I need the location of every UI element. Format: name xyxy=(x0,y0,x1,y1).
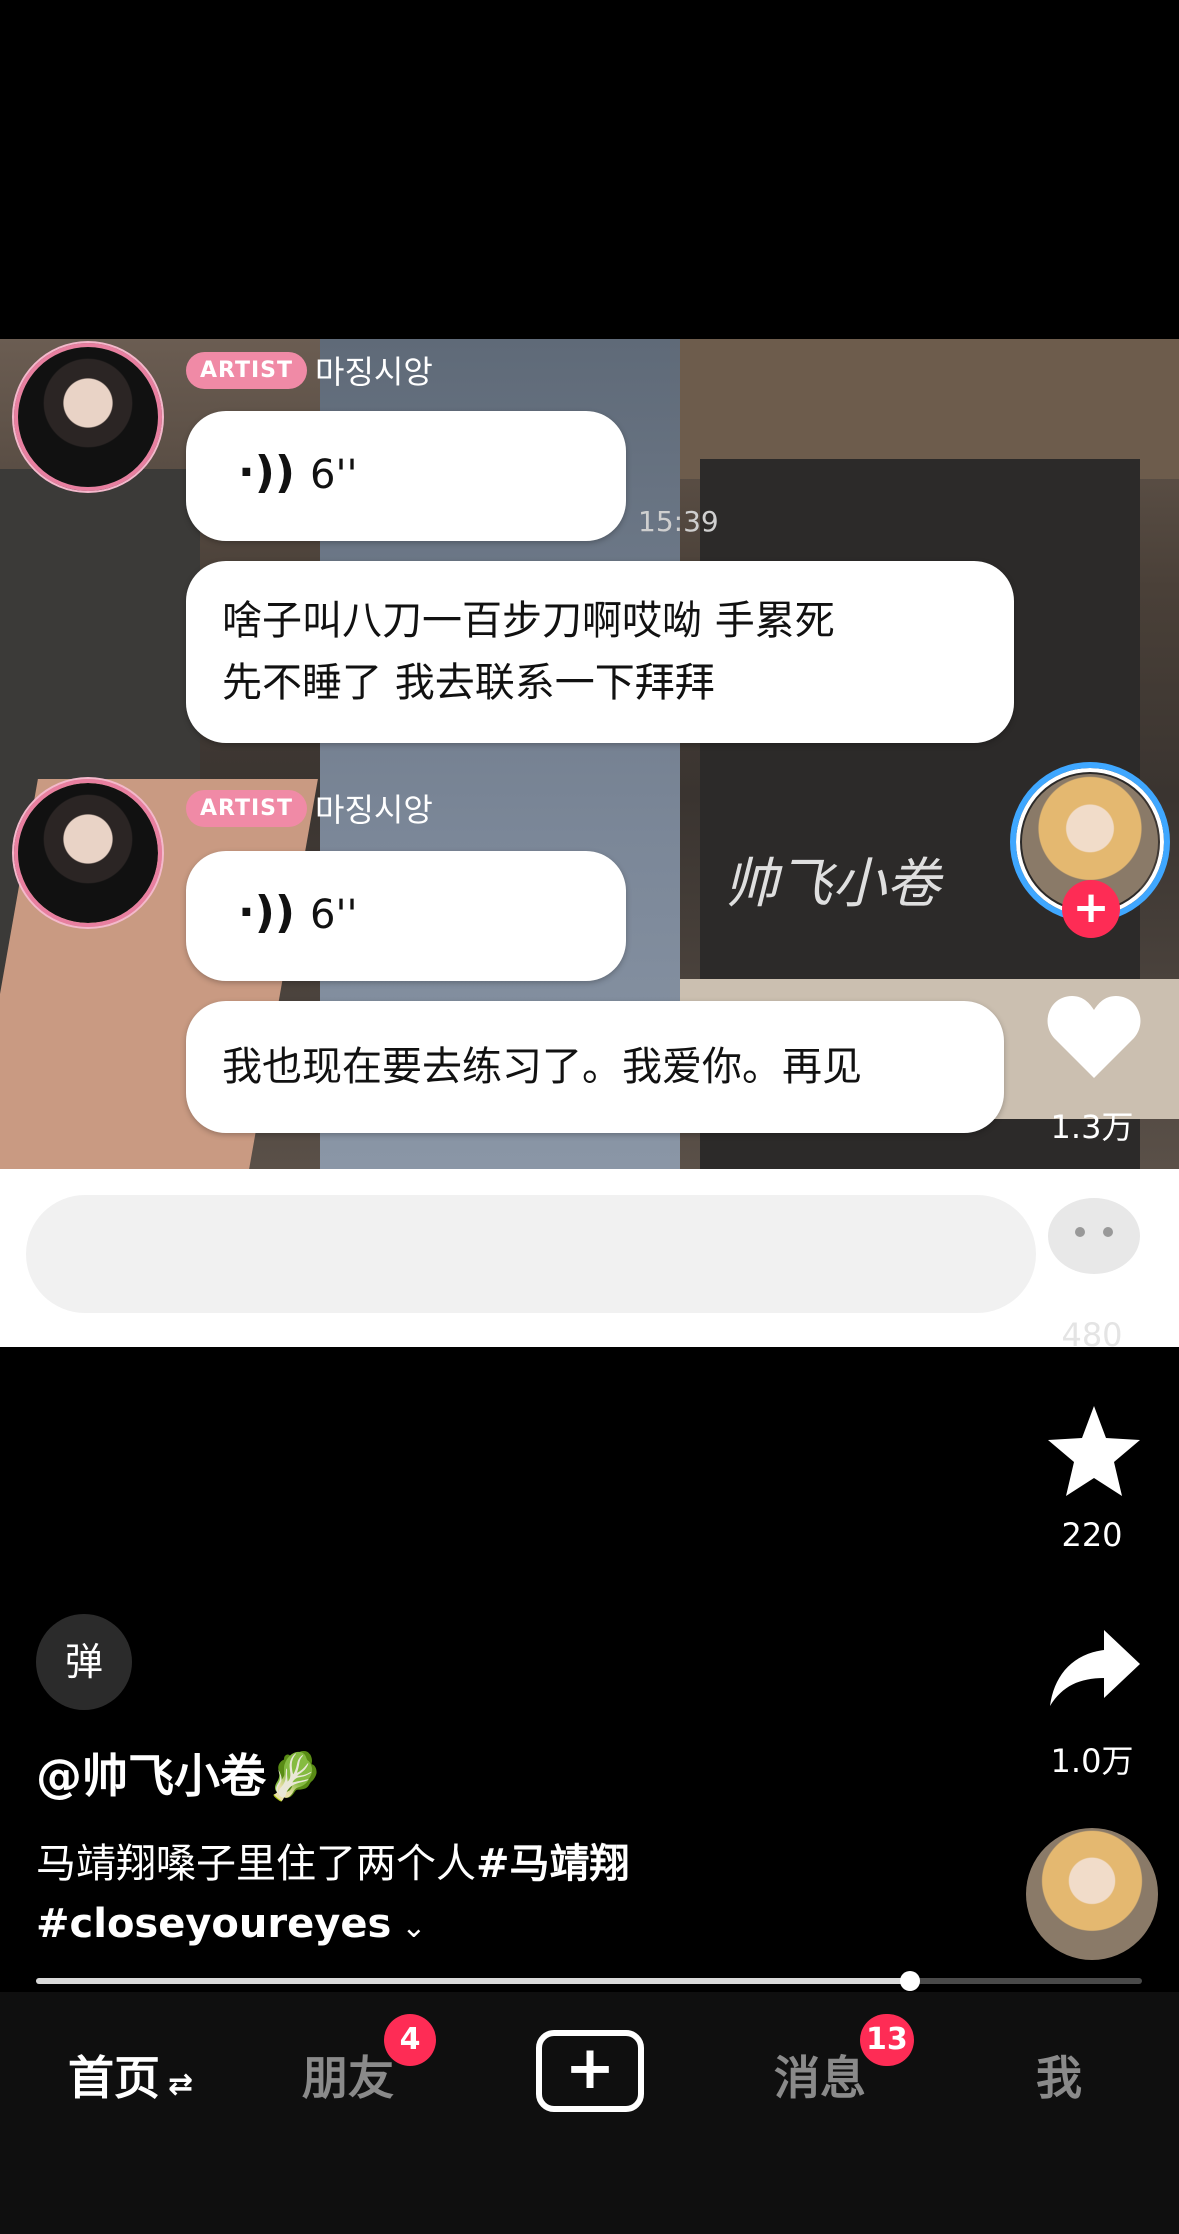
hashtag[interactable]: #马靖翔 xyxy=(476,1841,630,1887)
video-description-line1: 马靖翔嗓子里住了两个人#马靖翔 xyxy=(36,1834,630,1894)
artist-badge: ARTIST xyxy=(186,351,308,389)
video-description-line2: #closeyoureyes ⌄ xyxy=(36,1894,426,1958)
blurred-input-strip xyxy=(0,1169,1179,1347)
message-line: 先不睡了 我去联系一下拜拜 xyxy=(222,660,715,706)
tab-home[interactable]: 首页 ⇄ xyxy=(68,2042,193,2108)
tab-me[interactable]: 我 xyxy=(1036,2042,1082,2108)
blurred-bar xyxy=(26,1195,1036,1313)
artist-header: ARTIST 마징시앙 xyxy=(186,347,433,393)
author-name[interactable]: @帅飞小卷🥬 xyxy=(36,1740,323,1806)
description-text: 马靖翔嗓子里住了两个人 xyxy=(36,1841,476,1887)
bg-counter xyxy=(600,339,1179,479)
like-count: 1.3万 xyxy=(1050,1108,1134,1146)
timestamp: 15:39 xyxy=(638,505,719,538)
voice-duration: 6'' xyxy=(310,892,358,938)
video-frame[interactable]: ARTIST 마징시앙 ·)) 6'' 15:39 啥子叫八刀一百步刀啊哎呦 手… xyxy=(0,339,1179,1169)
progress-fill xyxy=(36,1978,910,1984)
tab-label: 首页 xyxy=(68,2051,160,2105)
voice-wave-icon: ·)) xyxy=(238,447,295,498)
artist-badge: ARTIST xyxy=(186,789,308,827)
artist-avatar xyxy=(14,779,162,927)
voice-message[interactable]: ·)) 6'' xyxy=(186,411,626,541)
danmu-toggle-button[interactable]: 弹 xyxy=(36,1614,132,1710)
comment-button[interactable] xyxy=(1044,1196,1144,1286)
message-line: 我也现在要去练习了。我爱你。再见 xyxy=(222,1044,862,1090)
comment-icon xyxy=(1048,1198,1140,1274)
tab-label: 消息 xyxy=(774,2051,866,2105)
text-message: 我也现在要去练习了。我爱你。再见 xyxy=(186,1001,1004,1133)
message-line: 啥子叫八刀一百步刀啊哎呦 手累死 xyxy=(222,598,835,644)
artist-header: ARTIST 마징시앙 xyxy=(186,785,433,831)
tab-label: 朋友 xyxy=(302,2051,394,2105)
favorite-count: 220 xyxy=(1061,1516,1123,1554)
text-message: 啥子叫八刀一百步刀啊哎呦 手累死 先不睡了 我去联系一下拜拜 xyxy=(186,561,1014,743)
video-progress-bar[interactable] xyxy=(36,1971,1142,1991)
star-icon xyxy=(1048,1406,1140,1496)
artist-name: 마징시앙 xyxy=(315,353,433,391)
voice-wave-icon: ·)) xyxy=(238,887,295,938)
share-count: 1.0万 xyxy=(1050,1742,1134,1780)
friends-badge: 4 xyxy=(384,2014,436,2066)
tab-messages[interactable]: 消息 xyxy=(774,2042,866,2108)
bottom-tab-bar: 首页 ⇄ 朋友 4 + 消息 13 我 xyxy=(0,1992,1179,2234)
follow-button[interactable]: + xyxy=(1062,880,1120,938)
hashtag[interactable]: #closeyoureyes xyxy=(36,1901,391,1947)
share-arrow-icon xyxy=(1050,1630,1140,1706)
music-disc-avatar[interactable] xyxy=(1026,1828,1158,1960)
comment-count: 480 xyxy=(1061,1316,1123,1354)
favorite-button[interactable] xyxy=(1044,1402,1144,1498)
artist-avatar xyxy=(14,343,162,491)
watermark: 帅飞小卷 xyxy=(724,852,940,915)
refresh-toggle-icon: ⇄ xyxy=(168,2067,194,2102)
voice-message[interactable]: ·)) 6'' xyxy=(186,851,626,981)
tab-label: 我 xyxy=(1036,2051,1082,2105)
like-button[interactable] xyxy=(1044,992,1144,1082)
messages-badge: 13 xyxy=(860,2014,914,2066)
voice-duration: 6'' xyxy=(310,452,358,498)
artist-name: 마징시앙 xyxy=(315,791,433,829)
create-post-button[interactable]: + xyxy=(536,2030,644,2112)
progress-thumb[interactable] xyxy=(899,1971,920,1991)
expand-chevron-icon[interactable]: ⌄ xyxy=(401,1910,426,1945)
tab-friends[interactable]: 朋友 xyxy=(302,2042,394,2108)
share-button[interactable] xyxy=(1044,1624,1144,1714)
heart-icon xyxy=(1047,996,1141,1078)
